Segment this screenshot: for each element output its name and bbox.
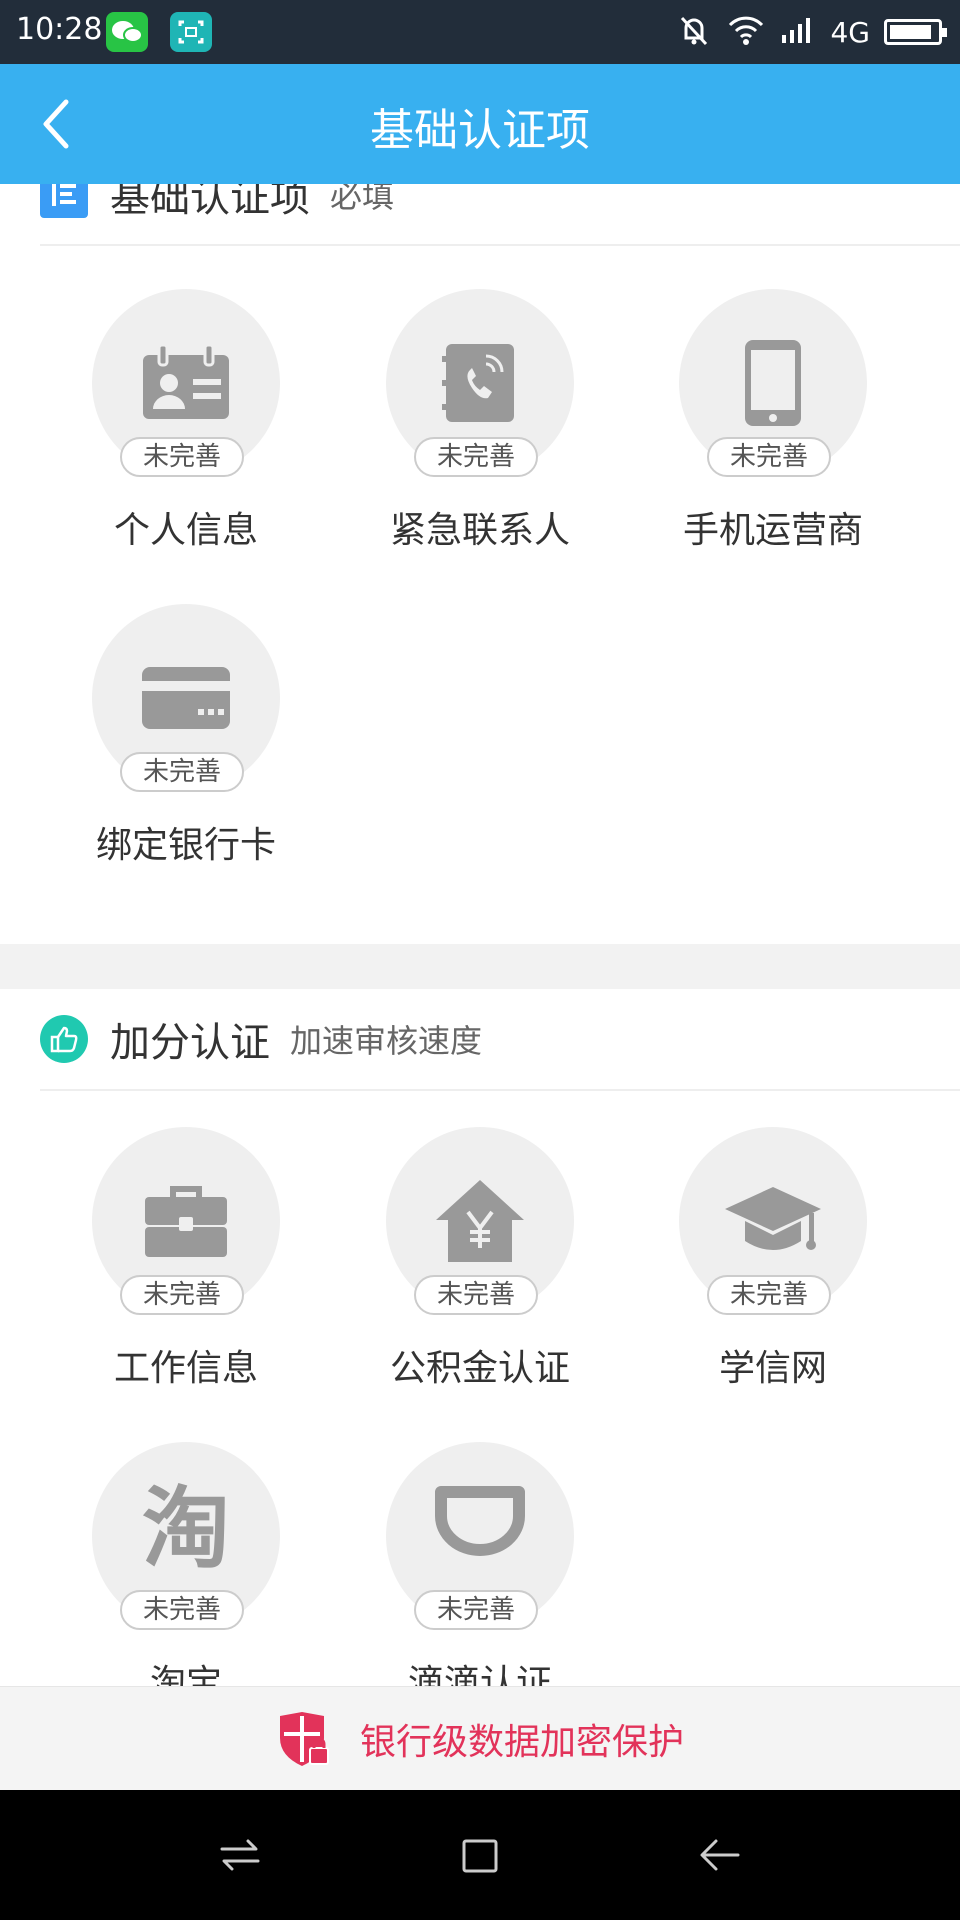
item-label: 滴滴认证	[407, 1663, 552, 1686]
bell-off-icon	[676, 12, 712, 52]
item-label: 个人信息	[113, 510, 258, 551]
contact-book-icon	[442, 344, 514, 422]
status-badge: 未完善	[414, 437, 538, 477]
status-icons: 4G	[676, 12, 947, 52]
network-type: 4G	[830, 15, 870, 49]
status-badge: 未完善	[414, 1275, 538, 1315]
item-label: 手机运营商	[682, 510, 863, 551]
item-label: 公积金认证	[389, 1348, 570, 1389]
title-bar: 基础认证项	[0, 64, 960, 184]
section-subtitle: 必填	[330, 184, 395, 215]
nav-home-button[interactable]	[445, 1820, 515, 1890]
item-label: 绑定银行卡	[95, 825, 276, 866]
status-badge: 未完善	[120, 1590, 244, 1630]
status-badge: 未完善	[414, 1590, 538, 1630]
item-mobile-carrier[interactable]: 未完善 手机运营商	[663, 289, 883, 559]
status-badge: 未完善	[707, 437, 831, 477]
item-chsi[interactable]: 未完善 学信网	[663, 1127, 883, 1397]
home-icon	[462, 1839, 498, 1873]
signal-icon	[780, 15, 816, 49]
section-title: 加分认证	[110, 1020, 270, 1066]
taobao-icon: 淘	[141, 1476, 230, 1580]
battery-icon	[884, 19, 947, 45]
status-badge: 未完善	[707, 1275, 831, 1315]
item-bind-bank-card[interactable]: 未完善 绑定银行卡	[76, 604, 296, 874]
divider	[40, 1089, 960, 1091]
status-badge: 未完善	[120, 1275, 244, 1315]
nav-back-button[interactable]	[685, 1820, 755, 1890]
security-banner: 银行级数据加密保护	[0, 1686, 960, 1790]
didi-icon	[435, 1486, 525, 1556]
briefcase-icon	[145, 1186, 227, 1257]
status-time: 10:28	[16, 12, 103, 47]
status-badge: 未完善	[120, 437, 244, 477]
content-scroll[interactable]: 基础认证项 必填 未完善 个人信息 未完善 紧急联系人 未完善 手机运营商 未完…	[0, 184, 960, 1686]
section-title: 基础认证项	[110, 184, 310, 221]
item-didi[interactable]: 未完善 滴滴认证	[370, 1442, 590, 1686]
bank-card-icon	[142, 667, 230, 729]
graduation-cap-icon	[725, 1187, 821, 1250]
section-header: 加分认证 加速审核速度	[40, 989, 482, 1089]
menu-icon	[220, 1839, 260, 1871]
divider	[40, 244, 960, 246]
id-card-icon	[143, 345, 229, 419]
item-label: 淘宝	[149, 1663, 222, 1686]
item-work-info[interactable]: 未完善 工作信息	[76, 1127, 296, 1397]
wifi-icon	[726, 13, 766, 51]
phone-icon	[745, 340, 801, 426]
shield-lock-icon	[279, 1711, 329, 1766]
section-basic: 基础认证项 必填 未完善 个人信息 未完善 紧急联系人 未完善 手机运营商 未完…	[0, 184, 960, 944]
page-title: 基础认证项	[370, 105, 590, 156]
item-housing-fund[interactable]: 未完善 公积金认证	[370, 1127, 590, 1397]
thumbs-up-icon	[40, 1015, 88, 1063]
item-label: 工作信息	[113, 1348, 258, 1389]
scan-icon	[170, 12, 212, 52]
status-bar: 10:28 4G	[0, 0, 960, 64]
item-emergency-contact[interactable]: 未完善 紧急联系人	[370, 289, 590, 559]
wechat-icon	[106, 12, 148, 52]
nav-menu-button[interactable]	[205, 1820, 275, 1890]
item-personal-info[interactable]: 未完善 个人信息	[76, 289, 296, 559]
system-nav-bar	[0, 1790, 960, 1920]
security-text: 银行级数据加密保护	[359, 1721, 684, 1763]
item-label: 学信网	[718, 1348, 827, 1389]
item-taobao[interactable]: 淘 未完善 淘宝	[76, 1442, 296, 1686]
back-icon	[700, 1839, 740, 1871]
section-subtitle: 加速审核速度	[290, 1022, 483, 1060]
list-icon	[40, 184, 88, 218]
section-header: 基础认证项 必填	[40, 184, 394, 244]
status-badge: 未完善	[120, 752, 244, 792]
item-label: 紧急联系人	[389, 510, 570, 551]
section-bonus: 加分认证 加速审核速度 未完善 工作信息 未完善 公积金认证 未完善 学信网 淘…	[0, 989, 960, 1686]
house-yuan-icon	[436, 1180, 524, 1262]
battery-level	[890, 25, 931, 39]
